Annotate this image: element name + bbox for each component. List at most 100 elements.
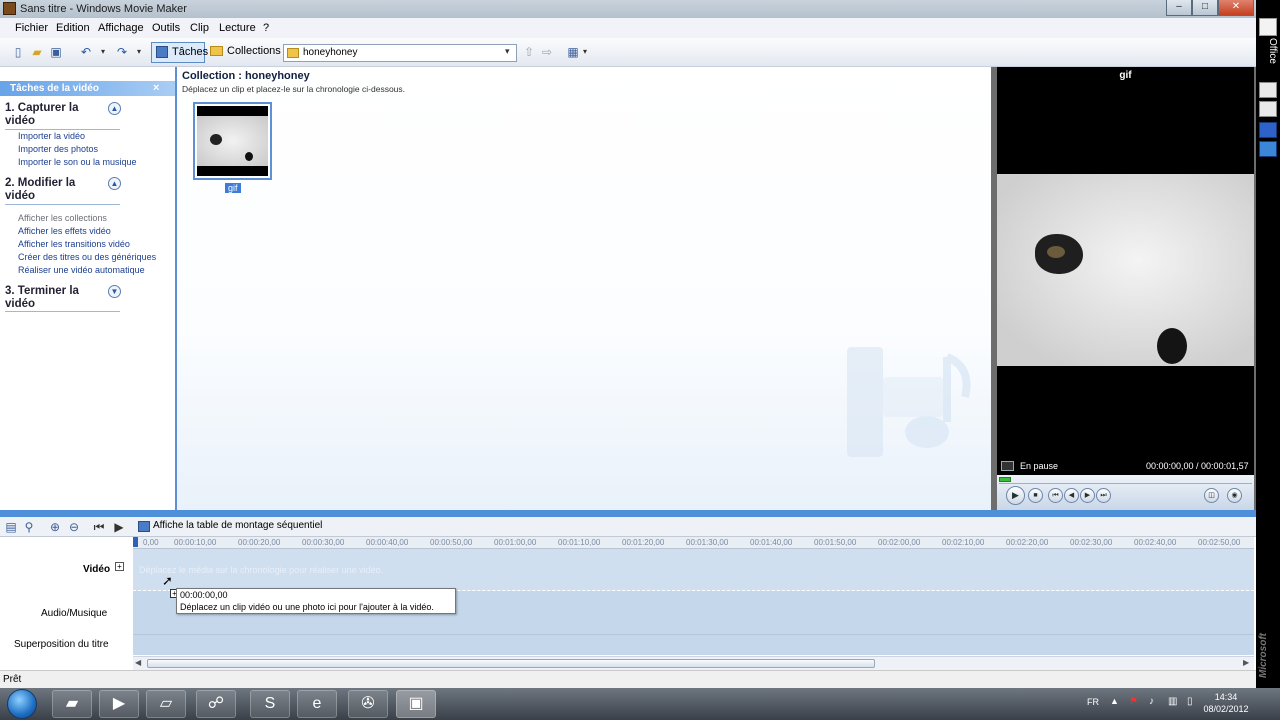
language-indicator[interactable]: FR xyxy=(1087,697,1099,707)
close-button[interactable]: ✕ xyxy=(1218,0,1254,16)
skype-icon[interactable]: S xyxy=(250,690,290,718)
narrate-icon[interactable]: ▤ xyxy=(4,520,18,534)
clip-label[interactable]: gif xyxy=(225,183,241,193)
cursor-arrow-icon: ➚ xyxy=(162,573,173,588)
clock[interactable]: 14:34 08/02/2012 xyxy=(1200,691,1252,715)
redo-dropdown-icon[interactable]: ▾ xyxy=(132,45,146,59)
menu-fichier[interactable]: Fichier xyxy=(15,22,48,34)
explorer-icon[interactable]: ▰ xyxy=(52,690,92,718)
next-frame-icon[interactable]: ⏭ xyxy=(1096,488,1111,503)
menu-help[interactable]: ? xyxy=(263,22,269,34)
seek-thumb[interactable] xyxy=(999,477,1011,482)
storyboard-icon[interactable] xyxy=(138,521,150,532)
play-icon[interactable]: ▶ xyxy=(1006,486,1025,505)
title-bar: Sans titre - Windows Movie Maker – □ ✕ xyxy=(0,0,1256,18)
link-import-audio[interactable]: Importer le son ou la musique xyxy=(18,157,137,167)
start-button[interactable] xyxy=(7,689,37,719)
previous-frame-icon[interactable]: ⏮ xyxy=(1048,488,1063,503)
link-import-photos[interactable]: Importer des photos xyxy=(18,144,98,154)
show-hidden-icons-icon[interactable]: ▲ xyxy=(1110,696,1119,706)
collections-button-label: Collections xyxy=(227,45,281,57)
minimize-button[interactable]: – xyxy=(1166,0,1192,16)
status-bar: Prêt xyxy=(0,670,1256,688)
tasks-button[interactable]: Tâches xyxy=(151,42,208,63)
active-window-icon[interactable]: ▣ xyxy=(396,690,436,718)
collapse-icon[interactable]: ▲ xyxy=(108,177,121,190)
folder-icon[interactable]: ▱ xyxy=(146,690,186,718)
storyboard-toggle[interactable]: Affiche la table de montage séquentiel xyxy=(153,520,322,531)
clock-time: 14:34 xyxy=(1214,692,1238,702)
menu-edition[interactable]: Edition xyxy=(56,22,90,34)
rewind-timeline-icon[interactable]: ⏮ xyxy=(92,520,106,534)
title-overlay-track[interactable] xyxy=(133,636,1254,655)
scroll-right-icon[interactable]: ▶ xyxy=(1243,658,1249,667)
office-app-icon[interactable] xyxy=(1259,82,1277,98)
redo-icon[interactable]: ↷ xyxy=(115,45,129,59)
menu-affichage[interactable]: Affichage xyxy=(98,22,144,34)
section-finish-title[interactable]: 3. Terminer la vidéo xyxy=(5,285,105,311)
action-center-icon[interactable]: ⚑ xyxy=(1129,696,1138,707)
office-menu-icon[interactable] xyxy=(1259,18,1277,36)
video-track[interactable]: Déplacez le média sur la chronologie pou… xyxy=(133,549,1254,591)
clip-thumbnail[interactable] xyxy=(193,102,272,180)
ruler-tick: 00:02:30,00 xyxy=(1070,538,1113,547)
stop-icon[interactable]: ■ xyxy=(1028,488,1043,503)
collections-button[interactable]: Collections xyxy=(207,42,281,63)
link-import-video[interactable]: Importer la vidéo xyxy=(18,131,85,141)
play-timeline-icon[interactable]: ▶ xyxy=(112,520,126,534)
zoom-out-icon[interactable]: ⊖ xyxy=(67,520,81,534)
section-capture-title[interactable]: 1. Capturer la vidéo xyxy=(5,102,105,128)
link-show-effects[interactable]: Afficher les effets vidéo xyxy=(18,226,111,236)
collection-title: Collection : honeyhoney xyxy=(182,70,310,82)
new-folder-icon[interactable]: ⇨ xyxy=(540,45,554,59)
expand-icon[interactable]: ▼ xyxy=(108,285,121,298)
menu-lecture[interactable]: Lecture xyxy=(219,22,256,34)
seek-bar[interactable] xyxy=(999,483,1252,484)
playhead[interactable] xyxy=(133,537,138,547)
link-show-collections[interactable]: Afficher les collections xyxy=(18,213,107,223)
audio-levels-icon[interactable]: ⚲ xyxy=(22,520,36,534)
link-automovie[interactable]: Réaliser une vidéo automatique xyxy=(18,265,145,275)
view-dropdown-icon[interactable]: ▾ xyxy=(578,45,592,59)
movie-maker-taskbar-icon[interactable]: ✇ xyxy=(348,690,388,718)
rewind-icon[interactable]: ◀ xyxy=(1064,488,1079,503)
network-icon[interactable]: ☍ xyxy=(196,690,236,718)
office-help-icon[interactable] xyxy=(1259,141,1277,157)
menu-outils[interactable]: Outils xyxy=(152,22,180,34)
menu-clip[interactable]: Clip xyxy=(190,22,209,34)
zoom-in-icon[interactable]: ⊕ xyxy=(48,520,62,534)
office-app-icon[interactable] xyxy=(1259,101,1277,117)
collapse-icon[interactable]: ▲ xyxy=(108,102,121,115)
battery-icon[interactable]: ▯ xyxy=(1187,696,1193,707)
scroll-left-icon[interactable]: ◀ xyxy=(135,658,141,667)
timeline-ruler[interactable]: 0,00 00:00:10,00 00:00:20,00 00:00:30,00… xyxy=(133,537,1254,549)
link-create-titles[interactable]: Créer des titres ou des génériques xyxy=(18,252,156,262)
collection-select[interactable]: honeyhoney ▾ xyxy=(283,44,517,62)
up-folder-icon[interactable]: ⇧ xyxy=(522,45,536,59)
new-project-icon[interactable]: ▯ xyxy=(11,45,25,59)
undo-icon[interactable]: ↶ xyxy=(79,45,93,59)
section-edit-title[interactable]: 2. Modifier la vidéo xyxy=(5,177,105,203)
close-icon[interactable]: × xyxy=(153,81,159,96)
timeline-scrollbar[interactable]: ◀ ▶ xyxy=(133,656,1254,670)
split-clip-icon[interactable]: ◫ xyxy=(1204,488,1219,503)
office-app-icon[interactable] xyxy=(1259,122,1277,138)
preview-screen xyxy=(997,84,1254,457)
open-project-icon[interactable]: ▰ xyxy=(30,45,44,59)
ruler-tick: 00:02:20,00 xyxy=(1006,538,1049,547)
snapshot-icon[interactable]: ◉ xyxy=(1227,488,1242,503)
link-show-transitions[interactable]: Afficher les transitions vidéo xyxy=(18,239,130,249)
undo-dropdown-icon[interactable]: ▾ xyxy=(96,45,110,59)
volume-icon[interactable]: ♪ xyxy=(1149,696,1154,707)
maximize-button[interactable]: □ xyxy=(1192,0,1218,16)
expand-track-icon[interactable]: + xyxy=(115,562,124,571)
media-player-icon[interactable]: ▶ xyxy=(99,690,139,718)
network-tray-icon[interactable]: ▥ xyxy=(1168,696,1177,707)
section-divider xyxy=(5,311,120,312)
ruler-tick: 00:00:30,00 xyxy=(302,538,345,547)
scroll-thumb[interactable] xyxy=(147,659,875,668)
internet-explorer-icon[interactable]: e xyxy=(297,690,337,718)
save-project-icon[interactable]: ▣ xyxy=(49,45,63,59)
panel-splitter[interactable] xyxy=(0,510,1256,517)
forward-icon[interactable]: ▶ xyxy=(1080,488,1095,503)
